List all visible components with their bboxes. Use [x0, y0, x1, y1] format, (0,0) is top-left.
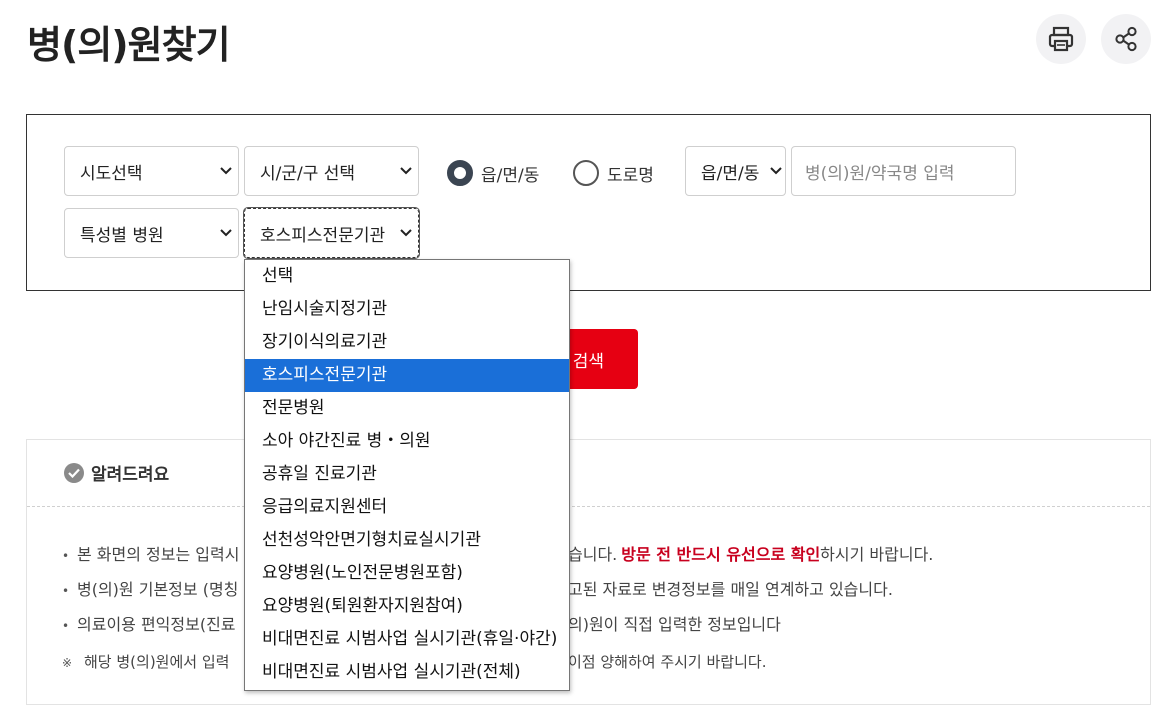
- radio-eupmyeondong[interactable]: 읍/면/동: [447, 160, 539, 186]
- notice-text: 본 화면의 정보는 입력시: [77, 545, 240, 564]
- check-circle-icon: [64, 462, 84, 483]
- notice-text: 의료이용 편익정보(진료: [77, 615, 236, 634]
- bullet-icon: •: [62, 549, 70, 563]
- dropdown-option[interactable]: 장기이식의료기관: [245, 326, 569, 359]
- notice-line-4-rest: 이점 양해하여 주시기 바랍니다.: [568, 651, 766, 672]
- notice-text: 고된 자료로 변경정보를 매일 연계하고 있습니다.: [568, 580, 893, 599]
- dropdown-option[interactable]: 요양병원(노인전문병원포함): [245, 557, 569, 590]
- sido-select-label: 시도선택: [80, 163, 143, 184]
- radio-road-name[interactable]: 도로명: [573, 160, 654, 186]
- notice-text: 의)원이 직접 입력한 정보입니다: [568, 615, 781, 634]
- dropdown-option[interactable]: 난임시술지정기관: [245, 293, 569, 326]
- notice-line-4: ※ 해당 병(의)원에서 입력: [62, 651, 229, 672]
- dropdown-option[interactable]: 전문병원: [245, 392, 569, 425]
- dropdown-option[interactable]: 비대면진료 시범사업 실시기관(전체): [245, 656, 569, 689]
- bullet-icon: •: [62, 584, 70, 598]
- dropdown-option-selected[interactable]: 호스피스전문기관: [245, 359, 569, 392]
- sigungu-select-label: 시/군/구 선택: [260, 163, 356, 184]
- chevron-down-icon: [767, 167, 785, 175]
- share-icon: [1115, 26, 1137, 52]
- dropdown-option[interactable]: 소아 야간진료 병・의원: [245, 425, 569, 458]
- notice-header: 알려드려요: [64, 460, 169, 485]
- search-panel: [26, 114, 1151, 291]
- hospital-name-input[interactable]: 병(의)원/약국명 입력: [791, 146, 1016, 196]
- notice-line-1-rest: 습니다. 방문 전 반드시 유선으로 확인 하시기 바랍니다.: [568, 541, 933, 565]
- bullet-icon: •: [62, 619, 70, 633]
- print-button[interactable]: [1036, 14, 1086, 64]
- page-title: 병(의)원찾기: [27, 23, 231, 67]
- radio-checked-indicator: [447, 160, 473, 186]
- notice-line-2-rest: 고된 자료로 변경정보를 매일 연계하고 있습니다.: [568, 576, 893, 600]
- specialty-select[interactable]: 특성별 병원: [64, 208, 239, 258]
- dropdown-option[interactable]: 공휴일 진료기관: [245, 458, 569, 491]
- notice-box: 알려드려요 • 본 화면의 정보는 입력시 습니다. 방문 전 반드시 유선으로…: [26, 439, 1151, 705]
- radio-eupmyeondong-label: 읍/면/동: [481, 165, 540, 186]
- reference-mark-icon: ※: [62, 656, 73, 670]
- chevron-down-icon: [214, 167, 238, 175]
- dropdown-option[interactable]: 비대면진료 시범사업 실시기관(휴일·야간): [245, 623, 569, 656]
- chevron-down-icon: [394, 167, 418, 175]
- notice-text: 이점 양해하여 주시기 바랍니다.: [568, 653, 767, 671]
- dropdown-option[interactable]: 선천성악안면기형치료실시기관: [245, 524, 569, 557]
- share-button[interactable]: [1101, 14, 1151, 64]
- notice-title: 알려드려요: [91, 465, 170, 485]
- notice-divider: [27, 506, 1150, 507]
- sido-select[interactable]: 시도선택: [64, 146, 239, 196]
- radio-road-name-label: 도로명: [607, 165, 654, 186]
- notice-line-2: • 병(의)원 기본정보 (명칭: [62, 576, 238, 600]
- notice-line-3-rest: 의)원이 직접 입력한 정보입니다: [568, 611, 781, 635]
- institution-type-select-label: 호스피스전문기관: [260, 225, 386, 246]
- dropdown-option[interactable]: 선택: [245, 260, 569, 293]
- chevron-down-icon: [214, 229, 238, 237]
- sigungu-select[interactable]: 시/군/구 선택: [244, 146, 419, 196]
- printer-icon: [1048, 26, 1074, 52]
- dropdown-option[interactable]: 응급의료지원센터: [245, 491, 569, 524]
- specialty-select-label: 특성별 병원: [80, 225, 164, 246]
- notice-line-1: • 본 화면의 정보는 입력시: [62, 541, 239, 565]
- notice-text: 하시기 바랍니다.: [820, 545, 934, 564]
- notice-text: 습니다.: [568, 545, 618, 564]
- institution-type-dropdown[interactable]: 선택 난임시술지정기관 장기이식의료기관 호스피스전문기관 전문병원 소아 야간…: [244, 259, 570, 691]
- notice-text: 병(의)원 기본정보 (명칭: [77, 580, 239, 599]
- eupmyeondong-select[interactable]: 읍/면/동: [685, 146, 786, 196]
- dropdown-option[interactable]: 요양병원(퇴원환자지원참여): [245, 590, 569, 623]
- chevron-down-icon: [394, 229, 418, 237]
- radio-unchecked-indicator: [573, 160, 599, 186]
- notice-text: 해당 병(의)원에서 입력: [84, 653, 230, 671]
- notice-line-3: • 의료이용 편익정보(진료: [62, 611, 236, 635]
- institution-type-select[interactable]: 호스피스전문기관: [243, 207, 420, 259]
- eupmyeondong-select-label: 읍/면/동: [701, 163, 760, 184]
- notice-emphasis: 방문 전 반드시 유선으로 확인: [621, 545, 821, 564]
